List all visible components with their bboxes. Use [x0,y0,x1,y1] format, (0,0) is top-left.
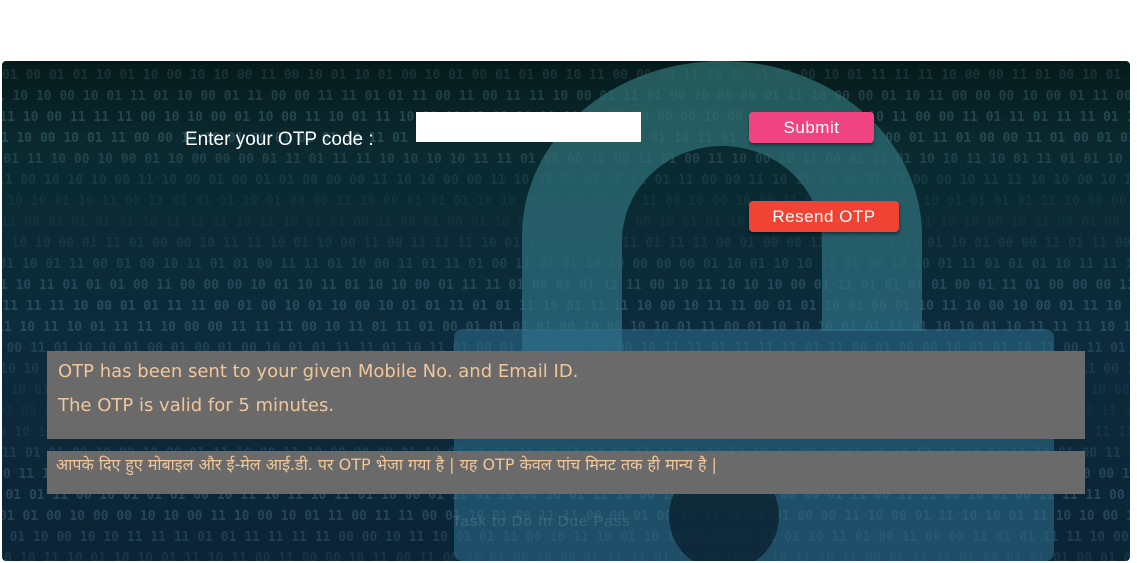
background-faded-text: Task to Do In Due Pass [452,513,631,530]
otp-sent-text: OTP has been sent to your given Mobile N… [58,361,579,382]
otp-validity-text: The OTP is valid for 5 minutes. [58,395,335,416]
resend-otp-button[interactable]: Resend OTP [749,201,899,232]
submit-button[interactable]: Submit [749,112,874,143]
otp-hindi-text: आपके दिए हुए मोबाइल और ई-मेल आई.डी. पर O… [56,455,717,474]
otp-info-message-english: OTP has been sent to your given Mobile N… [47,351,1085,439]
otp-info-message-hindi: आपके दिए हुए मोबाइल और ई-मेल आई.डी. पर O… [47,451,1085,494]
otp-input[interactable] [416,112,641,142]
otp-label: Enter your OTP code : [185,129,374,150]
otp-panel: 01 00 01 01 10 01 10 00 10 10 00 11 00 1… [2,61,1130,561]
